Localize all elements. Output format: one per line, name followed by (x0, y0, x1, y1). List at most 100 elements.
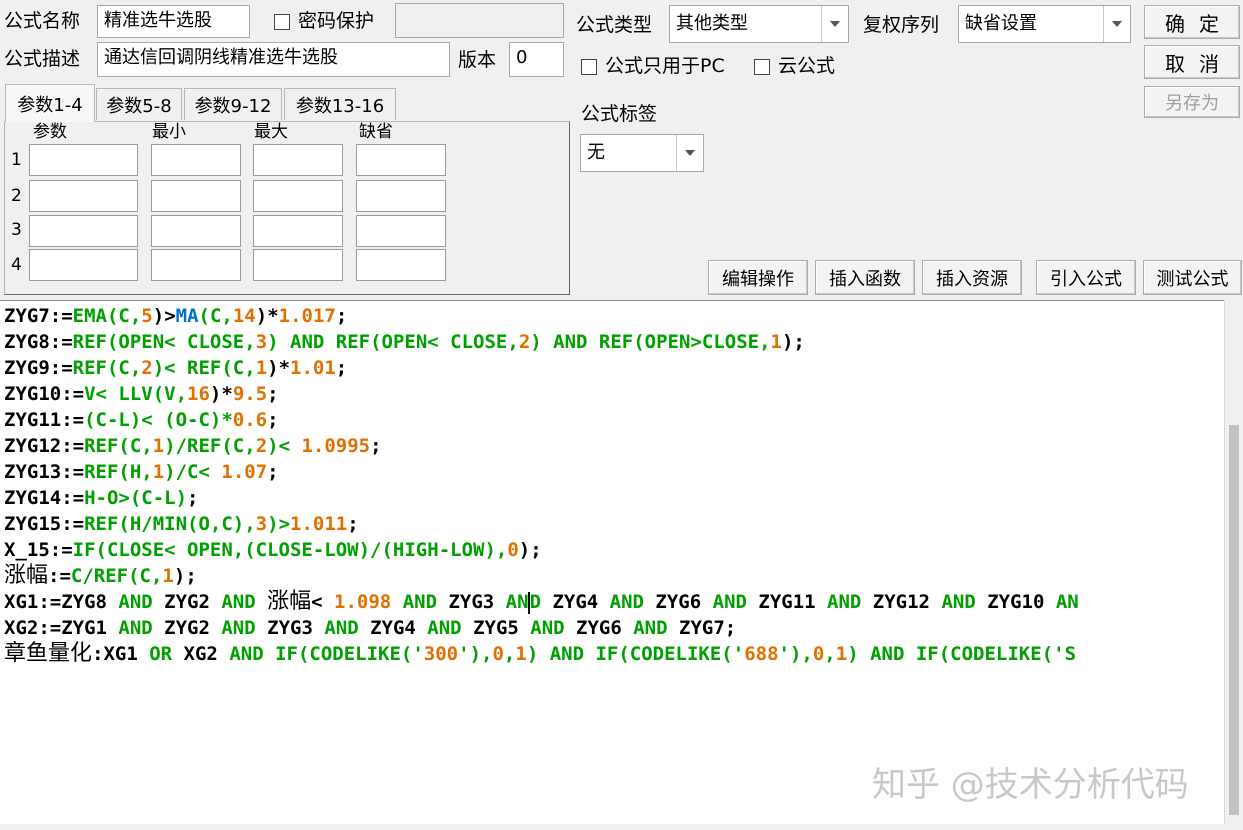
import-formula-button[interactable]: 引入公式 (1036, 260, 1136, 295)
code-token: ZYG11 (746, 591, 828, 613)
code-token: REF(OPEN< CLOSE, (72, 331, 256, 353)
formula-type-value: 其他类型 (676, 13, 748, 34)
cloud-formula-checkbox[interactable]: 云公式 (754, 53, 835, 79)
param-cell-input[interactable] (356, 144, 446, 176)
param-row-number: 1 (11, 150, 22, 170)
tab-params-13-16[interactable]: 参数13-16 (284, 88, 396, 120)
param-header-default: 缺省 (359, 122, 393, 142)
code-token: 涨幅 (4, 563, 49, 588)
param-header-name: 参数 (33, 122, 67, 142)
version-input[interactable]: 0 (509, 42, 564, 77)
rights-sequence-select[interactable]: 缺省设置 (958, 5, 1131, 43)
insert-function-button[interactable]: 插入函数 (815, 260, 915, 295)
code-line: 章鱼量化:XG1 OR XG2 AND IF(CODELIKE('300'),0… (4, 641, 1076, 667)
code-token: EMA (72, 305, 107, 327)
chevron-down-icon[interactable] (821, 6, 848, 42)
code-token: REF(OPEN>CLOSE, (587, 331, 771, 353)
code-line: ZYG13:=REF(H,1)/C< 1.07; (4, 459, 279, 485)
code-token: ZYG7:= (4, 305, 73, 327)
param-cell-input[interactable] (253, 249, 343, 281)
code-token: ); (518, 539, 542, 561)
code-token: 5 (141, 305, 153, 327)
formula-desc-input[interactable]: 通达信回调阴线精准选牛选股 (97, 42, 450, 77)
password-protect-checkbox[interactable]: 密码保护 (274, 8, 374, 34)
code-token: )/C< (164, 461, 222, 483)
insert-resource-button[interactable]: 插入资源 (922, 260, 1022, 295)
param-cell-input[interactable] (151, 180, 241, 212)
code-token: AND (221, 591, 256, 613)
param-cell-input[interactable] (253, 215, 343, 247)
pc-only-checkbox[interactable]: 公式只用于PC (581, 53, 725, 79)
code-token: ZYG12 (861, 591, 942, 613)
param-cell-input[interactable] (356, 215, 446, 247)
param-cell-input[interactable] (29, 180, 138, 212)
cloud-formula-label: 云公式 (778, 55, 836, 77)
test-formula-button[interactable]: 测试公式 (1143, 260, 1242, 295)
code-token: 1.0995 (301, 435, 371, 457)
formula-name-label: 公式名称 (4, 10, 81, 32)
horizontal-scrollbar[interactable] (0, 824, 1243, 830)
code-token: REF(OPEN< CLOSE, (324, 331, 519, 353)
code-token: XG1:=ZYG8 (4, 591, 119, 613)
code-token: :XG1 (92, 643, 150, 665)
formula-type-select[interactable]: 其他类型 (669, 5, 849, 43)
code-editor[interactable]: ZYG7:=EMA(C,5)>MA(C,14)*1.017; ZYG8:=REF(… (0, 300, 1224, 826)
code-token: )/REF(C, (164, 435, 256, 457)
code-token: ZYG10 (975, 591, 1056, 613)
ok-button[interactable]: 确定 (1144, 5, 1240, 39)
param-cell-input[interactable] (151, 215, 241, 247)
password-input[interactable] (395, 3, 564, 38)
password-checkbox-box[interactable] (274, 13, 290, 30)
password-protect-label: 密码保护 (298, 10, 375, 32)
cancel-button[interactable]: 取消 (1144, 45, 1240, 79)
code-token: C/REF(C, (70, 565, 163, 587)
code-token: ; (335, 305, 348, 327)
code-token: 0 (492, 643, 504, 665)
edit-ops-button[interactable]: 编辑操作 (708, 260, 808, 295)
code-token: ; (347, 513, 359, 535)
param-cell-input[interactable] (151, 249, 241, 281)
param-cell-input[interactable] (253, 144, 343, 176)
code-token: 14 (232, 305, 256, 327)
cloud-checkbox-box[interactable] (754, 58, 770, 75)
tab-params-5-8[interactable]: 参数5-8 (96, 88, 182, 120)
code-token: AND (870, 643, 905, 665)
code-token: ); (173, 565, 197, 587)
chevron-down-icon[interactable] (676, 135, 703, 171)
param-cell-input[interactable] (29, 249, 138, 281)
code-token: AND (118, 591, 153, 613)
code-token: 2 (518, 331, 531, 353)
code-token: AND (427, 617, 462, 639)
code-token: IF(CODELIKE(' (584, 643, 745, 665)
tab-params-1-4[interactable]: 参数1-4 (5, 84, 95, 122)
param-cell-input[interactable] (253, 180, 343, 212)
code-token: := (48, 565, 71, 587)
code-line: X_15:=IF(CLOSE< OPEN,(CLOSE-LOW)/(HIGH-L… (4, 537, 542, 563)
formula-tag-select[interactable]: 无 (580, 134, 704, 172)
code-token: ZYG15:= (4, 513, 85, 535)
scrollbar-thumb[interactable] (1229, 425, 1239, 815)
code-token: 0 (507, 539, 519, 561)
vertical-scrollbar[interactable] (1224, 300, 1243, 825)
code-token: XG2 (172, 643, 230, 665)
code-token: 1 (515, 643, 527, 665)
save-as-button[interactable]: 另存为 (1144, 86, 1240, 118)
param-cell-input[interactable] (29, 144, 138, 176)
code-token: , (824, 643, 836, 665)
tab-params-9-12[interactable]: 参数9-12 (184, 88, 282, 120)
code-token: 1 (770, 331, 782, 353)
param-cell-input[interactable] (356, 180, 446, 212)
pc-only-checkbox-box[interactable] (581, 58, 597, 75)
param-cell-input[interactable] (151, 144, 241, 176)
param-cell-input[interactable] (29, 215, 138, 247)
formula-name-input[interactable]: 精准选牛选股 (97, 5, 250, 38)
code-token: (C, (198, 305, 233, 327)
code-token: ; (267, 461, 279, 483)
code-token: )< REF(C, (152, 357, 256, 379)
code-token: IF(CODELIKE(' (263, 643, 424, 665)
code-line: XG2:=ZYG1 AND ZYG2 AND ZYG3 AND ZYG4 AND… (4, 615, 736, 641)
chevron-down-icon[interactable] (1103, 6, 1130, 42)
param-cell-input[interactable] (356, 249, 446, 281)
code-token: ZYG2 (152, 617, 222, 639)
